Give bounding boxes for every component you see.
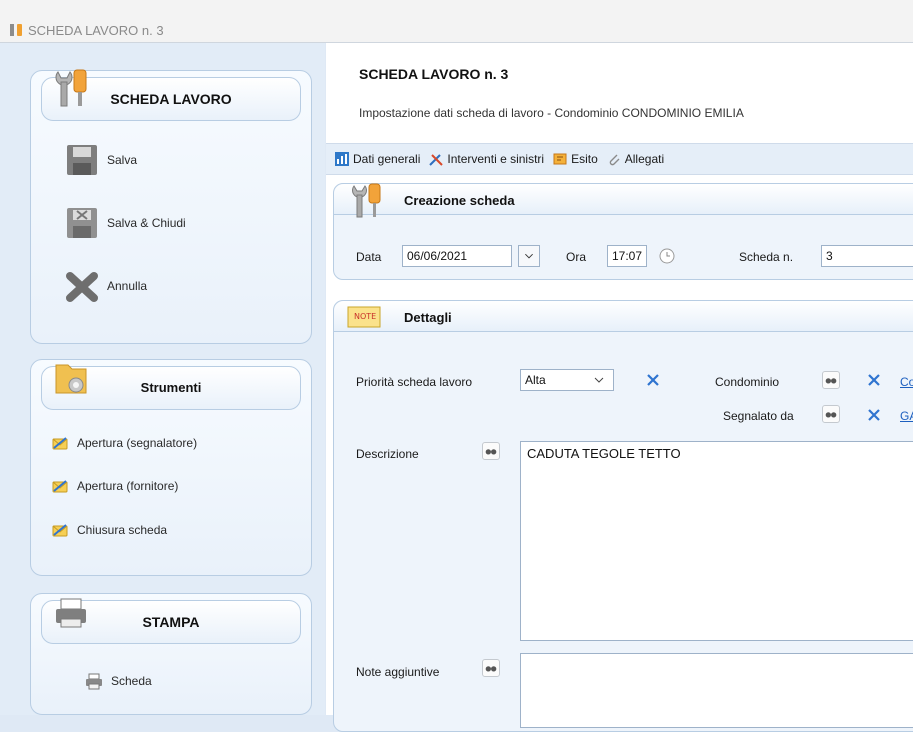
note-icon: NOTE (347, 306, 381, 328)
condominio-link[interactable]: Co (900, 375, 913, 389)
tools-icon (429, 154, 444, 166)
creazione-scheda-title: Creazione scheda (404, 193, 515, 208)
strumenti-group-title: Strumenti (140, 380, 202, 395)
dettagli-header: NOTE Dettagli (334, 301, 913, 332)
scheda-lavoro-group-title: SCHEDA LAVORO (110, 91, 232, 107)
tools-icon (10, 24, 22, 36)
salva-button[interactable]: Salva (65, 143, 137, 177)
chevron-down-icon (525, 253, 533, 259)
dettagli-title: Dettagli (404, 310, 452, 325)
descrizione-label: Descrizione (356, 447, 419, 461)
priorita-label: Priorità scheda lavoro (356, 375, 473, 389)
stampa-group-title: STAMPA (142, 614, 200, 630)
cancel-x-icon (66, 272, 98, 302)
tab-esito[interactable]: Esito (552, 151, 598, 167)
clear-x-icon[interactable] (866, 407, 882, 423)
envelope-icon (52, 480, 68, 493)
paperclip-icon (609, 154, 620, 166)
tab-dati-generali-label: Dati generali (353, 152, 421, 166)
svg-text:NOTE: NOTE (354, 312, 376, 321)
strumenti-group: Strumenti Apertura (segnalatore) Apertur… (30, 359, 312, 576)
scheda-lavoro-group: SCHEDA LAVORO Salva Salva & Chiudi Annul… (30, 69, 312, 344)
data-field[interactable]: 06/06/2021 (402, 245, 512, 267)
binoculars-icon (825, 412, 837, 418)
tab-interventi-sinistri[interactable]: Interventi e sinistri (428, 151, 544, 167)
printer-icon (86, 673, 102, 690)
tab-esito-label: Esito (571, 152, 598, 166)
ora-label: Ora (566, 250, 587, 264)
scheda-numero-label: Scheda n. (739, 250, 794, 264)
segnalato-link[interactable]: GA (900, 409, 913, 423)
left-panel: SCHEDA LAVORO Salva Salva & Chiudi Annul… (0, 43, 325, 715)
chevron-down-icon[interactable] (592, 373, 606, 387)
salva-label: Salva (107, 153, 138, 167)
floppy-disk-close-icon (67, 208, 97, 238)
clear-x-icon[interactable] (645, 372, 661, 388)
note-lookup-button[interactable] (482, 659, 500, 677)
segnalato-lookup-button[interactable] (822, 405, 840, 423)
tab-allegati-label: Allegati (624, 152, 665, 166)
envelope-icon (52, 524, 68, 537)
note-aggiuntive-textarea[interactable] (520, 653, 913, 728)
strumenti-group-header: Strumenti (41, 364, 301, 410)
descrizione-lookup-button[interactable] (482, 442, 500, 460)
floppy-disk-icon (67, 145, 97, 175)
tab-interventi-sinistri-label: Interventi e sinistri (447, 152, 545, 166)
window-titlebar: SCHEDA LAVORO n. 3 (0, 0, 913, 43)
condominio-label: Condominio (715, 375, 780, 389)
dettagli-section: NOTE Dettagli Priorità scheda lavoro Alt… (333, 300, 913, 732)
tab-allegati[interactable]: Allegati (606, 151, 664, 167)
tools-icon (352, 183, 381, 218)
clock-icon[interactable] (658, 247, 676, 265)
scheda-numero-field[interactable]: 3 (821, 245, 913, 267)
annulla-button[interactable]: Annulla (65, 269, 147, 303)
condominio-lookup-button[interactable] (822, 371, 840, 389)
data-label: Data (356, 250, 382, 264)
chiusura-scheda-button[interactable]: Chiusura scheda (51, 521, 167, 539)
binoculars-icon (825, 378, 837, 384)
segnalato-label: Segnalato da (723, 409, 794, 423)
apertura-fornitore-label: Apertura (fornitore) (77, 479, 179, 493)
ora-field[interactable]: 17:07 (607, 245, 647, 267)
salva-chiudi-label: Salva & Chiudi (107, 216, 186, 230)
tab-toolbar: Dati generali Interventi e sinistri Esit… (326, 143, 913, 175)
window-title: SCHEDA LAVORO n. 3 (28, 23, 164, 38)
envelope-icon (52, 437, 68, 450)
tab-dati-generali[interactable]: Dati generali (334, 151, 420, 167)
creazione-scheda-header: Creazione scheda (334, 183, 913, 218)
salva-chiudi-button[interactable]: Salva & Chiudi (65, 206, 186, 240)
page-subtitle: Impostazione dati scheda di lavoro - Con… (359, 106, 744, 120)
chiusura-scheda-label: Chiusura scheda (77, 523, 168, 537)
page-title: SCHEDA LAVORO n. 3 (359, 66, 509, 82)
stampa-group: STAMPA Scheda (30, 593, 312, 715)
apertura-fornitore-button[interactable]: Apertura (fornitore) (51, 477, 178, 495)
stampa-scheda-button[interactable]: Scheda (85, 672, 152, 690)
stampa-scheda-label: Scheda (111, 674, 152, 688)
descrizione-textarea[interactable]: CADUTA TEGOLE TETTO (520, 441, 913, 641)
annulla-label: Annulla (107, 279, 148, 293)
apertura-segnalatore-label: Apertura (segnalatore) (77, 436, 198, 450)
main-panel: SCHEDA LAVORO n. 3 Impostazione dati sch… (326, 43, 913, 732)
binoculars-icon (485, 666, 497, 672)
stampa-group-header: STAMPA (41, 598, 301, 644)
apertura-segnalatore-button[interactable]: Apertura (segnalatore) (51, 434, 197, 452)
creazione-scheda-section: Creazione scheda Data 06/06/2021 Ora 17:… (333, 183, 913, 280)
clear-x-icon[interactable] (866, 372, 882, 388)
flag-icon (553, 153, 567, 165)
binoculars-icon (485, 449, 497, 455)
note-aggiuntive-label: Note aggiuntive (356, 665, 440, 679)
scheda-lavoro-group-header: SCHEDA LAVORO (41, 69, 301, 121)
data-calendar-dropdown[interactable] (518, 245, 540, 267)
chart-icon (335, 152, 349, 166)
